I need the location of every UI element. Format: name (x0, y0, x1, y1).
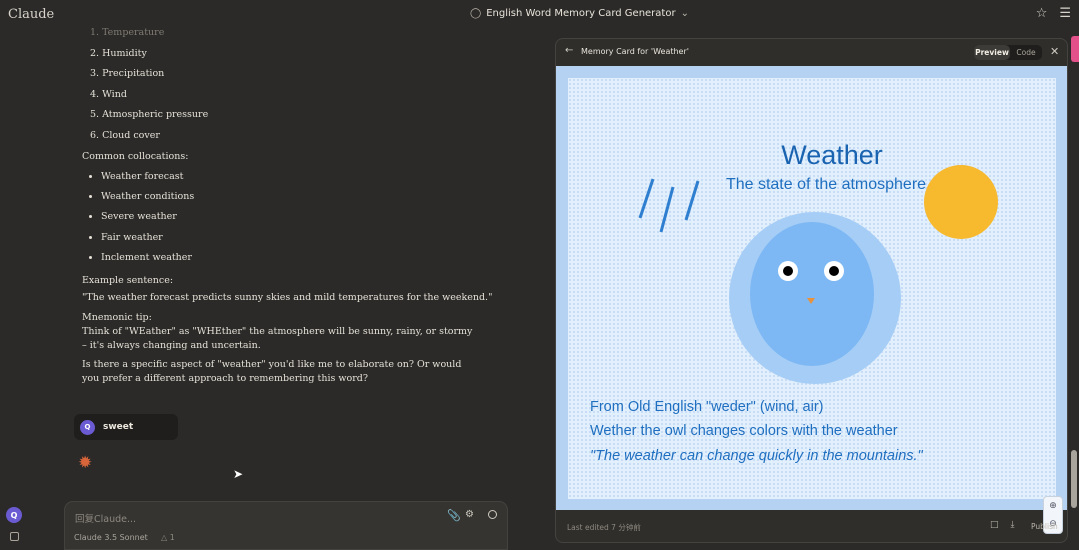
artifact-footer: Last edited 7 分钟前 □ ⤓ Publish (556, 510, 1067, 542)
attach-icon[interactable]: 📎 (447, 509, 461, 522)
composer-placeholder: Claude... (94, 514, 137, 525)
mouse-cursor-icon: ➤ (233, 467, 244, 481)
list-item: Weather conditions (101, 190, 497, 210)
last-edited-text: Last edited 7 分钟前 (567, 523, 641, 532)
record-icon[interactable] (488, 510, 497, 519)
card-mnemonic: Wether the owl changes colors with the w… (590, 423, 898, 439)
tab-preview[interactable]: Preview (974, 45, 1010, 60)
memory-card: Weather The state of the atmosphere From… (568, 78, 1056, 499)
settings-sliders-icon[interactable]: ☰ (1059, 6, 1071, 21)
claude-spark-icon: ✹ (78, 453, 93, 473)
card-definition: The state of the atmosphere (725, 176, 927, 193)
attachment-count[interactable]: △ 1 (161, 533, 175, 542)
list-item: Inclement weather (101, 251, 497, 271)
conversation-title[interactable]: ◯ English Word Memory Card Generator ⌄ (470, 8, 689, 19)
footer-actions: □ ⤓ (990, 520, 1015, 530)
account-avatar[interactable]: Q (6, 507, 22, 523)
scrollbar-thumb[interactable] (1071, 450, 1077, 508)
assistant-message: 1. Temperature 2. Humidity 3. Precipitat… (72, 26, 497, 386)
list-item: Fair weather (101, 231, 497, 251)
owl-body (750, 222, 874, 366)
app-brand[interactable]: Claude (8, 7, 54, 22)
artifact-title: Memory Card for 'Weather' (581, 47, 689, 56)
example-label: Example sentence: (82, 274, 174, 286)
collocations-list: Weather forecast Weather conditions Seve… (101, 170, 497, 271)
list-item: 5. Atmospheric pressure (90, 109, 209, 120)
attachment-count-value: 1 (169, 533, 175, 542)
owl-pupil (829, 266, 839, 276)
top-right-actions: ☆ ☰ (1036, 6, 1071, 21)
list-item: Weather forecast (101, 170, 497, 190)
close-icon[interactable]: ✕ (1050, 45, 1059, 58)
list-item: 3. Precipitation (90, 68, 165, 79)
list-item: 4. Wind (90, 88, 127, 100)
list-item: 6. Cloud cover (90, 129, 160, 141)
message-composer[interactable]: 回复Claude... 📎 ⚙ Claude 3.5 Sonnet △ 1 (64, 501, 508, 550)
card-word: Weather (781, 140, 883, 170)
view-toggle: Preview Code (974, 45, 1042, 60)
back-arrow-icon[interactable]: ← (565, 45, 573, 56)
collocations-label: Common collocations: (82, 151, 189, 162)
card-example: "The weather can change quickly in the m… (590, 448, 923, 464)
conversation-title-text: English Word Memory Card Generator (486, 8, 676, 19)
user-message: Q sweet (74, 414, 178, 440)
download-icon[interactable]: ⤓ (1011, 520, 1015, 530)
card-etymology: From Old English "weder" (wind, air) (590, 399, 824, 415)
list-item: Severe weather (101, 210, 497, 230)
composer-input[interactable]: 回复Claude... (75, 511, 136, 525)
copy-icon[interactable]: □ (990, 520, 999, 530)
list-item: 1. Temperature (90, 27, 165, 38)
chat-bubble-icon: ◯ (470, 8, 482, 19)
list-item: 2. Humidity (90, 47, 147, 59)
mnemonic-text: Think of "WEather" as "WHEther" the atmo… (82, 325, 473, 351)
star-icon[interactable]: ☆ (1036, 6, 1048, 21)
artifact-preview: Weather The state of the atmosphere From… (556, 66, 1067, 534)
page-scrollbar[interactable] (1071, 40, 1077, 540)
follow-up-question: Is there a specific aspect of "weather" … (82, 358, 462, 384)
model-selector[interactable]: Claude 3.5 Sonnet (74, 533, 148, 542)
composer-placeholder-prefix: 回复 (75, 514, 95, 525)
publish-button[interactable]: Publish (1031, 522, 1058, 531)
artifact-panel: ← Memory Card for 'Weather' Preview Code… (555, 38, 1068, 543)
artifact-header: ← Memory Card for 'Weather' Preview Code… (556, 39, 1067, 66)
options-icon[interactable]: ⚙ (465, 509, 474, 520)
mnemonic-label: Mnemonic tip: (82, 311, 152, 323)
user-message-text: sweet (103, 422, 134, 432)
user-avatar: Q (80, 419, 95, 435)
chevron-down-icon: ⌄ (680, 8, 689, 19)
tab-code[interactable]: Code (1010, 45, 1042, 60)
owl-pupil (783, 266, 793, 276)
weather-factors-list: 1. Temperature 2. Humidity 3. Precipitat… (90, 26, 497, 149)
sidebar-toggle-icon[interactable] (10, 532, 19, 541)
example-sentence: "The weather forecast predicts sunny ski… (82, 291, 493, 303)
